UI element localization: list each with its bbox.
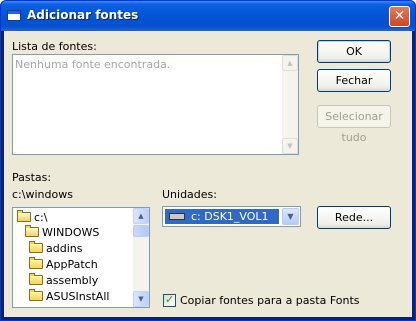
folder-icon (29, 273, 43, 285)
copy-fonts-checkbox[interactable]: ✓ (163, 293, 176, 307)
fonts-list-scrollbar[interactable]: ▲ ▼ (282, 55, 298, 154)
drive-name: c: DSK1_VOL1 (191, 210, 269, 223)
hard-drive-icon (169, 213, 185, 220)
ok-button[interactable]: OK (317, 40, 391, 63)
folder-item[interactable]: addins (29, 241, 133, 256)
title-bar[interactable]: Adicionar fontes ✕ (1, 1, 415, 31)
folder-icon (29, 241, 43, 253)
window-icon (7, 10, 21, 21)
folder-item[interactable]: assembly (29, 273, 133, 288)
open-folder-icon (17, 210, 31, 222)
folder-item-root[interactable]: c:\ (17, 210, 133, 225)
folders-listbox[interactable]: c:\ WINDOWS addins AppPatch assembly ASU… (12, 207, 150, 308)
folder-item[interactable]: AppPatch (29, 257, 133, 272)
copy-fonts-label[interactable]: Copiar fontes para a pasta Fonts (180, 294, 360, 307)
chevron-down-icon[interactable]: ▼ (282, 208, 299, 225)
window-title: Adicionar fontes (27, 8, 139, 22)
add-fonts-dialog: Adicionar fontes ✕ Lista de fontes: Nenh… (0, 0, 416, 321)
folder-item-windows[interactable]: WINDOWS (25, 225, 133, 240)
folder-name: c:\ (34, 211, 48, 224)
drives-label: Unidades: (162, 188, 217, 201)
drives-select[interactable]: c: DSK1_VOL1 ▼ (162, 206, 301, 227)
drives-selected-value: c: DSK1_VOL1 (165, 209, 279, 224)
dialog-body: Lista de fontes: Nenhuma fonte encontrad… (4, 31, 412, 317)
scroll-down-icon[interactable]: ▼ (133, 291, 149, 307)
network-button[interactable]: Rede... (317, 206, 391, 229)
folder-name: assembly (46, 274, 99, 287)
folder-icon (29, 257, 43, 269)
scroll-thumb[interactable] (133, 225, 149, 237)
close-icon: ✕ (393, 8, 406, 24)
folder-name: ASUSInstAll (46, 290, 110, 303)
folders-scrollbar[interactable]: ▲ ▼ (133, 208, 149, 307)
scroll-up-icon[interactable]: ▲ (282, 55, 298, 71)
scroll-up-icon[interactable]: ▲ (133, 208, 149, 224)
close-button[interactable]: Fechar (317, 69, 391, 92)
close-window-button[interactable]: ✕ (389, 6, 410, 27)
open-folder-icon (25, 225, 39, 237)
checkmark-icon: ✓ (165, 293, 175, 306)
folders-label: Pastas: (12, 171, 52, 184)
select-all-button[interactable]: Selecionar tudo (317, 105, 391, 144)
fonts-listbox[interactable]: Nenhuma fonte encontrada. ▲ ▼ (12, 54, 299, 155)
folder-name: WINDOWS (42, 226, 100, 239)
scroll-down-icon[interactable]: ▼ (282, 138, 298, 154)
fonts-list-placeholder: Nenhuma fonte encontrada. (15, 58, 171, 71)
folder-icon (29, 289, 43, 301)
fonts-list-label: Lista de fontes: (12, 40, 97, 53)
folder-item[interactable]: ASUSInstAll (29, 289, 133, 304)
folder-name: addins (46, 242, 83, 255)
folder-name: AppPatch (46, 258, 98, 271)
current-path: c:\windows (12, 188, 73, 201)
